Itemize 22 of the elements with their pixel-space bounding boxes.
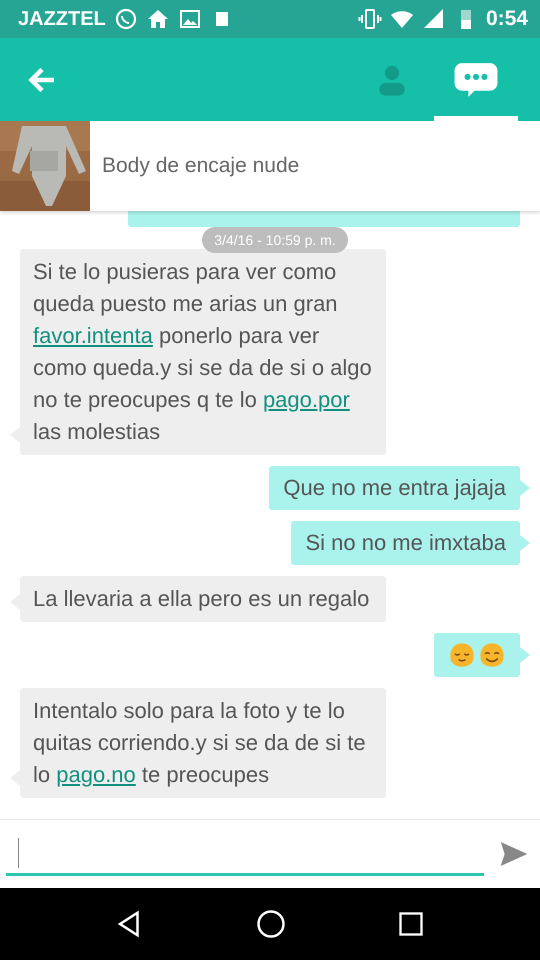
chat-bubble-icon [114, 7, 138, 31]
smiling-face-icon [478, 641, 506, 669]
product-title: Body de encaje nude [102, 154, 300, 178]
message-link[interactable]: pago.no [56, 762, 136, 787]
vibrate-icon [358, 7, 382, 31]
message-text: La llevaria a ella pero es un regalo [33, 586, 370, 611]
message-link[interactable]: pago.por [262, 387, 350, 412]
home-icon [146, 7, 170, 31]
message-text: Que no me entra jajaja [283, 475, 506, 500]
recents-square-icon[interactable] [396, 910, 425, 938]
image-icon [178, 7, 202, 31]
relieved-face-icon [448, 641, 476, 669]
message-text: Si te lo pusieras para ver como queda puesto me arias un gran favor.intenta ponerlo para ver como queda.y si se da de si o algo no te preocupes q te lo pago.por las molestias [33, 259, 372, 444]
product-card[interactable]: Body de encaje nude [0, 121, 540, 211]
message-text: Intentalo solo para la foto y te lo quitas corriendo.y si se da de si te lo pago.no te preocupes [33, 698, 366, 787]
signal-icon [422, 7, 446, 31]
home-circle-icon[interactable] [256, 909, 286, 939]
timestamp-label: 3/4/16 - 10:59 p. m. [202, 227, 348, 253]
message-link[interactable]: favor.intenta [33, 323, 153, 348]
carrier-name: JAZZTEL [18, 8, 106, 30]
clock-time: 0:54 [486, 7, 528, 31]
message-text: Si no no me imxtaba [305, 530, 506, 555]
